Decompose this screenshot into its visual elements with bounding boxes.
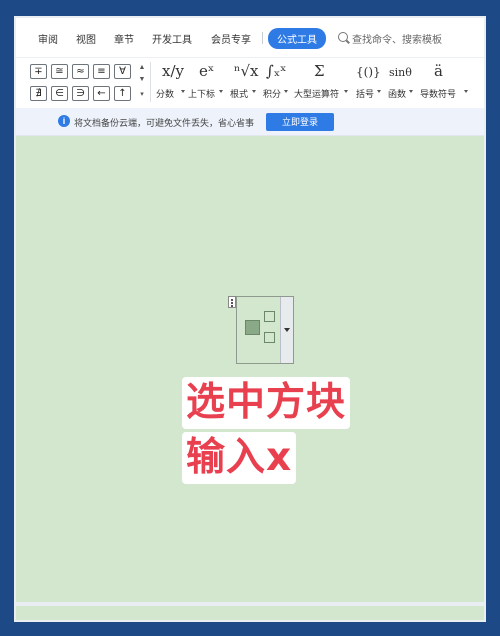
login-button[interactable]: 立即登录 <box>266 113 334 131</box>
function-button[interactable]: 函数 <box>388 87 406 100</box>
radical-icon[interactable]: ⁿ√x <box>234 62 259 80</box>
superscript-placeholder-box[interactable] <box>264 311 275 322</box>
toolbar-separator <box>150 62 151 102</box>
accent-button[interactable]: 导数符号 <box>420 87 456 100</box>
tab-divider <box>262 32 263 44</box>
tab-review[interactable]: 审阅 <box>38 31 58 46</box>
symbol-identical[interactable]: ≡ <box>93 64 110 79</box>
fraction-button[interactable]: 分数 <box>156 87 174 100</box>
script-button[interactable]: 上下标 <box>188 87 215 100</box>
large-operator-icon[interactable]: Σ <box>314 62 325 80</box>
tab-chapter[interactable]: 章节 <box>114 31 134 46</box>
script-icon[interactable]: eˣ <box>199 62 214 80</box>
radical-button[interactable]: 根式 <box>230 87 248 100</box>
symbol-not-exists[interactable]: ∄ <box>30 86 47 101</box>
integral-caret-icon[interactable] <box>284 90 288 93</box>
radical-caret-icon[interactable] <box>252 90 256 93</box>
fraction-caret-icon[interactable] <box>181 90 185 93</box>
symbol-element-of[interactable]: ∈ <box>51 86 68 101</box>
accent-icon[interactable]: ä <box>434 62 443 80</box>
search-icon[interactable] <box>338 32 348 42</box>
tab-developer-tools[interactable]: 开发工具 <box>152 31 192 46</box>
symbol-left-arrow[interactable]: ← <box>93 86 110 101</box>
symbol-contains[interactable]: ∋ <box>72 86 89 101</box>
bracket-caret-icon[interactable] <box>377 90 381 93</box>
base-placeholder-box[interactable] <box>245 320 260 335</box>
backup-notification: i 将文档备份云端，可避免文件丢失，省心省事 立即登录 <box>16 108 484 136</box>
symbol-scroll-up-icon[interactable]: ▲ <box>138 64 146 71</box>
app-window: 审阅 视图 章节 开发工具 会员专享 公式工具 查找命令、搜索模板 ∓ ≅ ≈ … <box>14 16 486 622</box>
integral-icon[interactable]: ∫ₓˣ <box>266 62 287 80</box>
symbol-scroll-down-icon[interactable]: ▼ <box>138 76 146 83</box>
function-icon[interactable]: sinθ <box>389 66 412 79</box>
tab-member-exclusive[interactable]: 会员专享 <box>211 31 251 46</box>
fraction-icon[interactable]: x/y <box>162 62 184 80</box>
symbol-minus-plus[interactable]: ∓ <box>30 64 47 79</box>
symbol-more-icon[interactable]: ▾ <box>138 90 146 98</box>
ribbon-tab-bar: 审阅 视图 章节 开发工具 会员专享 公式工具 查找命令、搜索模板 <box>16 18 484 58</box>
instruction-caption-line1: 选中方块 <box>182 377 351 429</box>
function-caret-icon[interactable] <box>409 90 413 93</box>
tab-view[interactable]: 视图 <box>76 31 96 46</box>
search-input[interactable]: 查找命令、搜索模板 <box>352 31 442 46</box>
script-caret-icon[interactable] <box>219 90 223 93</box>
equation-options-dropdown-icon[interactable] <box>280 297 293 363</box>
integral-button[interactable]: 积分 <box>263 87 281 100</box>
accent-caret-icon[interactable] <box>464 90 468 93</box>
large-operator-caret-icon[interactable] <box>344 90 348 93</box>
bracket-button[interactable]: 括号 <box>356 87 374 100</box>
symbol-up-arrow[interactable]: ↑ <box>114 86 131 101</box>
symbol-congruent[interactable]: ≅ <box>51 64 68 79</box>
instruction-caption-line2: 输入x <box>182 432 297 484</box>
symbol-for-all[interactable]: ∀ <box>114 64 131 79</box>
tab-formula-tools[interactable]: 公式工具 <box>268 28 326 49</box>
large-operator-button[interactable]: 大型运算符 <box>294 87 339 100</box>
formula-toolbar: ∓ ≅ ≈ ≡ ∀ ∄ ∈ ∋ ← ↑ ▲ ▼ ▾ x/y 分数 eˣ 上下标 … <box>16 58 484 108</box>
subscript-placeholder-box[interactable] <box>264 332 275 343</box>
symbol-approx[interactable]: ≈ <box>72 64 89 79</box>
equation-move-handle-icon[interactable] <box>228 296 236 308</box>
window-bottom-strip <box>14 602 486 606</box>
info-icon: i <box>58 115 70 127</box>
bracket-icon[interactable]: {()} <box>356 65 381 79</box>
notification-text: 将文档备份云端，可避免文件丢失，省心省事 <box>74 118 255 128</box>
